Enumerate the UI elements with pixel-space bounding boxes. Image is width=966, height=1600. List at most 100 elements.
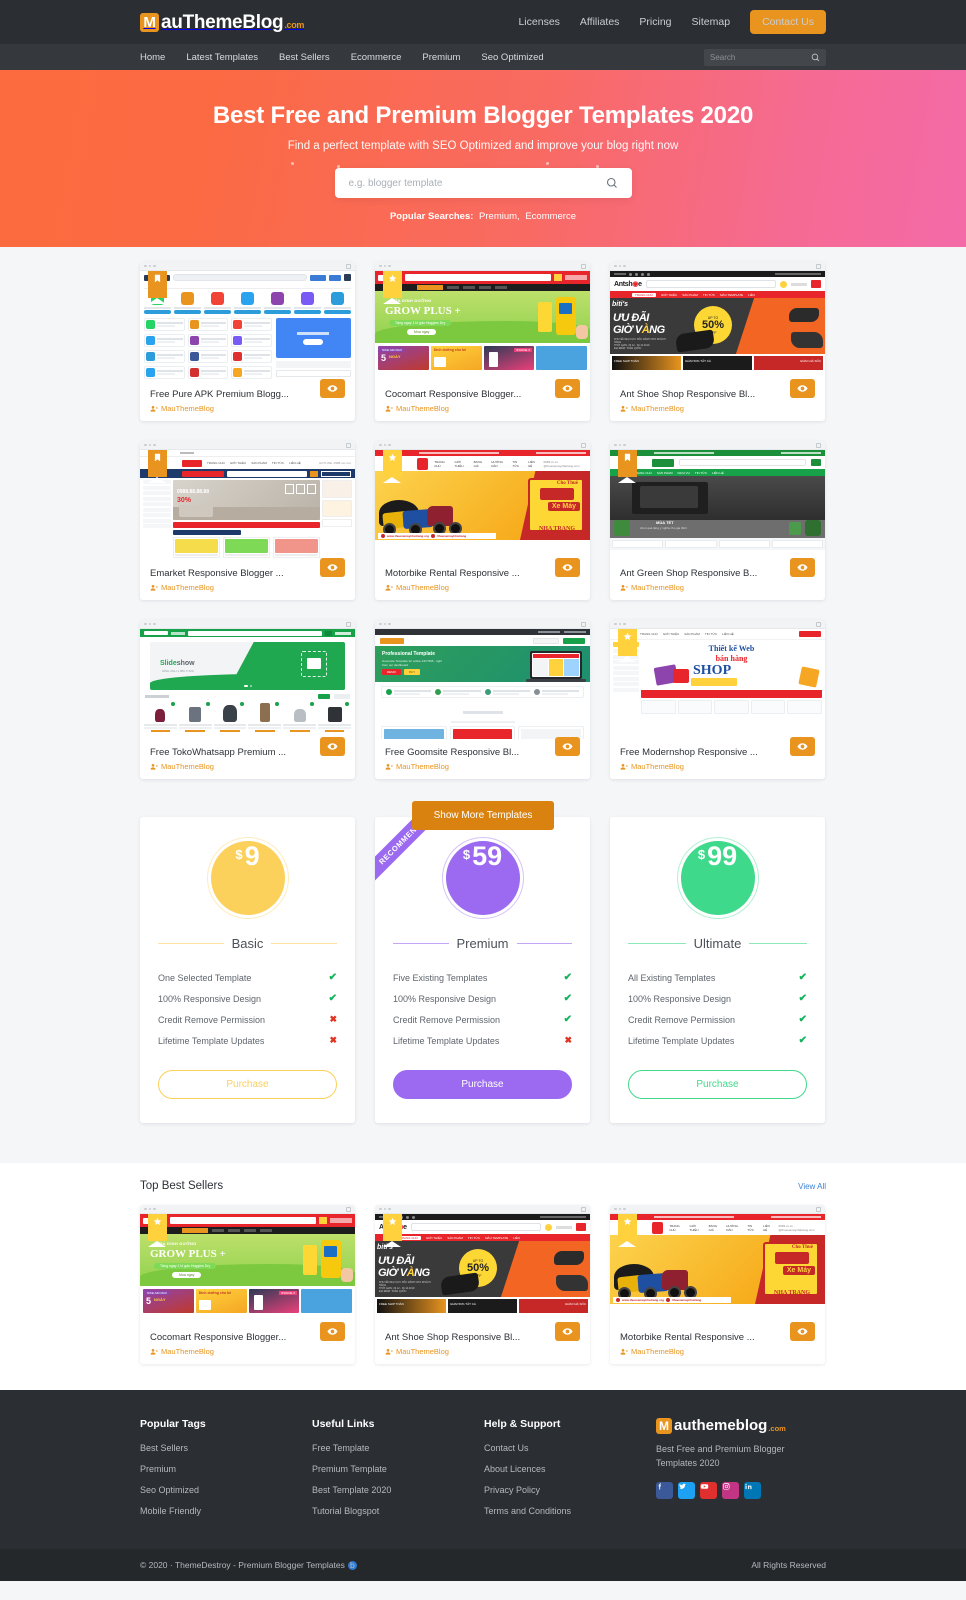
template-thumbnail[interactable]: TRANG CHỦ GIỚI THIỆU BẢNG GIÁ HƯỚNG DẪN TIN … — [375, 441, 590, 560]
preview-button[interactable] — [790, 379, 815, 398]
template-title[interactable]: Motorbike Rental Responsive ... — [385, 568, 535, 579]
preview-button[interactable] — [320, 1322, 345, 1341]
footer-link[interactable]: Best Sellers — [140, 1443, 312, 1453]
template-thumbnail[interactable]: TRANG CHỦ GIỚI THIỆU SẢN PHẨM TIN TỨC LIÊN H… — [610, 620, 825, 739]
template-title[interactable]: Free Modernshop Responsive ... — [620, 747, 770, 758]
preview-button[interactable] — [320, 379, 345, 398]
footer-link[interactable]: About Licences — [484, 1464, 656, 1474]
nav-item-home[interactable]: Home — [140, 52, 165, 63]
footer-link[interactable]: Premium Template — [312, 1464, 484, 1474]
nav-item-ecommerce[interactable]: Ecommerce — [351, 52, 402, 63]
footer-link[interactable]: Seo Optimized — [140, 1485, 312, 1495]
template-card[interactable]: TRANG CHỦ GIỚI THIỆU SẢN PHẨM TIN TỨC LIÊN H… — [140, 441, 355, 600]
footer-link[interactable]: Mobile Friendly — [140, 1506, 312, 1516]
popular-search-premium[interactable]: Premium, — [479, 211, 520, 222]
template-thumbnail[interactable]: SỮA DINH DƯỠNG GROW PLUS + Tặng ngay 1 l… — [140, 1205, 355, 1324]
header-search-input[interactable] — [710, 52, 806, 62]
expand-icon[interactable] — [816, 263, 821, 269]
template-card[interactable]: TRANG CHỦ GIỚI THIỆU BẢNG GIÁ HƯỚNG DẪN TIN … — [610, 1205, 825, 1364]
preview-button[interactable] — [790, 558, 815, 577]
expand-icon[interactable] — [581, 263, 586, 269]
footer-logo[interactable]: M authemeblog .com — [656, 1418, 826, 1434]
top-nav-link-affiliates[interactable]: Affiliates — [580, 16, 620, 28]
youtube-icon[interactable] — [700, 1482, 717, 1499]
expand-icon[interactable] — [816, 621, 821, 627]
preview-button[interactable] — [320, 558, 345, 577]
hero-search-box[interactable] — [334, 168, 632, 198]
twitter-icon[interactable] — [678, 1482, 695, 1499]
footer-link[interactable]: Privacy Policy — [484, 1485, 656, 1495]
template-title[interactable]: Ant Green Shop Responsive B... — [620, 568, 770, 579]
template-thumbnail[interactable]: TRANG CHỦ SẢN PHẨM DỊCH VỤ TIN TỨC LIÊN HỆ M… — [610, 441, 825, 560]
template-title[interactable]: Emarket Responsive Blogger ... — [150, 568, 300, 579]
site-logo[interactable]: M auThemeBlog .com — [140, 12, 304, 32]
hero-search-input[interactable] — [348, 177, 599, 189]
template-card[interactable]: Free Pure APK Premium Blogg... MauThemeB… — [140, 262, 355, 421]
template-title[interactable]: Cocomart Responsive Blogger... — [150, 1332, 300, 1343]
template-thumbnail[interactable]: SỮA DINH DƯỠNG GROW PLUS + Tặng ngay 1 l… — [375, 262, 590, 381]
footer-link[interactable]: Terms and Conditions — [484, 1506, 656, 1516]
preview-button[interactable] — [555, 1322, 580, 1341]
expand-icon[interactable] — [346, 442, 351, 448]
template-title[interactable]: Ant Shoe Shop Responsive Bl... — [620, 389, 770, 400]
purchase-button[interactable]: Purchase — [393, 1070, 572, 1099]
template-thumbnail[interactable]: Antsh◉e TRANG CHỦ GIỚI THIỆUSẢN PHẨMTIN … — [375, 1205, 590, 1324]
nav-item-best-sellers[interactable]: Best Sellers — [279, 52, 330, 63]
template-card[interactable]: Professional Template Goomsite Template … — [375, 620, 590, 779]
expand-icon[interactable] — [816, 442, 821, 448]
template-card[interactable]: SỮA DINH DƯỠNG GROW PLUS + Tặng ngay 1 l… — [375, 262, 590, 421]
header-search-box[interactable] — [704, 48, 826, 66]
template-title[interactable]: Cocomart Responsive Blogger... — [385, 389, 535, 400]
template-thumbnail[interactable]: Antsh◉e TRANG CHỦ GIỚI THIỆUSẢN PHẨMTIN … — [610, 262, 825, 381]
top-nav-link-sitemap[interactable]: Sitemap — [692, 16, 731, 28]
linkedin-icon[interactable] — [744, 1482, 761, 1499]
nav-item-latest-templates[interactable]: Latest Templates — [186, 52, 258, 63]
template-thumbnail[interactable]: TRANG CHỦ GIỚI THIỆU SẢN PHẨM TIN TỨC LIÊN H… — [140, 441, 355, 560]
expand-icon[interactable] — [816, 1206, 821, 1212]
template-thumbnail[interactable]: Professional Template Goomsite Template … — [375, 620, 590, 739]
preview-button[interactable] — [320, 737, 345, 756]
template-card[interactable]: Antsh◉e TRANG CHỦ GIỚI THIỆUSẢN PHẨMTIN … — [375, 1205, 590, 1364]
template-title[interactable]: Free Goomsite Responsive Bl... — [385, 747, 535, 758]
purchase-button[interactable]: Purchase — [158, 1070, 337, 1099]
expand-icon[interactable] — [581, 621, 586, 627]
purchase-button[interactable]: Purchase — [628, 1070, 807, 1099]
instagram-icon[interactable] — [722, 1482, 739, 1499]
footer-link[interactable]: Tutorial Blogspot — [312, 1506, 484, 1516]
template-card[interactable]: Antsh◉e TRANG CHỦ GIỚI THIỆUSẢN PHẨMTIN … — [610, 262, 825, 421]
top-nav-link-licenses[interactable]: Licenses — [518, 16, 559, 28]
footer-link[interactable]: Best Template 2020 — [312, 1485, 484, 1495]
nav-item-premium[interactable]: Premium — [422, 52, 460, 63]
template-title[interactable]: Free TokoWhatsapp Premium ... — [150, 747, 300, 758]
preview-button[interactable] — [790, 737, 815, 756]
expand-icon[interactable] — [346, 263, 351, 269]
footer-link[interactable]: Contact Us — [484, 1443, 656, 1453]
template-title[interactable]: Ant Shoe Shop Responsive Bl... — [385, 1332, 535, 1343]
preview-button[interactable] — [555, 379, 580, 398]
template-thumbnail[interactable]: TRANG CHỦ GIỚI THIỆU BẢNG GIÁ HƯỚNG DẪN TIN … — [610, 1205, 825, 1324]
best-sellers-view-all-link[interactable]: View All — [798, 1182, 826, 1191]
template-card[interactable]: Slideshow HÌNH ẢNH 1.080 X 520 Free Toko… — [140, 620, 355, 779]
template-thumbnail[interactable]: Slideshow HÌNH ẢNH 1.080 X 520 — [140, 620, 355, 739]
preview-button[interactable] — [555, 737, 580, 756]
nav-item-seo-optimized[interactable]: Seo Optimized — [481, 52, 543, 63]
expand-icon[interactable] — [346, 621, 351, 627]
template-title[interactable]: Free Pure APK Premium Blogg... — [150, 389, 300, 400]
facebook-icon[interactable] — [656, 1482, 673, 1499]
template-card[interactable]: TRANG CHỦ GIỚI THIỆU BẢNG GIÁ HƯỚNG DẪN TIN … — [375, 441, 590, 600]
template-card[interactable]: SỮA DINH DƯỠNG GROW PLUS + Tặng ngay 1 l… — [140, 1205, 355, 1364]
template-title[interactable]: Motorbike Rental Responsive ... — [620, 1332, 770, 1343]
top-nav-link-pricing[interactable]: Pricing — [639, 16, 671, 28]
contact-us-button[interactable]: Contact Us — [750, 10, 826, 34]
expand-icon[interactable] — [581, 442, 586, 448]
search-icon[interactable] — [606, 177, 618, 189]
template-card[interactable]: TRANG CHỦ SẢN PHẨM DỊCH VỤ TIN TỨC LIÊN HỆ M… — [610, 441, 825, 600]
expand-icon[interactable] — [346, 1206, 351, 1212]
preview-button[interactable] — [555, 558, 580, 577]
expand-icon[interactable] — [581, 1206, 586, 1212]
footer-link[interactable]: Premium — [140, 1464, 312, 1474]
show-more-templates-button[interactable]: Show More Templates — [411, 801, 555, 830]
popular-search-ecommerce[interactable]: Ecommerce — [525, 211, 576, 222]
template-card[interactable]: TRANG CHỦ GIỚI THIỆU SẢN PHẨM TIN TỨC LIÊN H… — [610, 620, 825, 779]
footer-link[interactable]: Free Template — [312, 1443, 484, 1453]
